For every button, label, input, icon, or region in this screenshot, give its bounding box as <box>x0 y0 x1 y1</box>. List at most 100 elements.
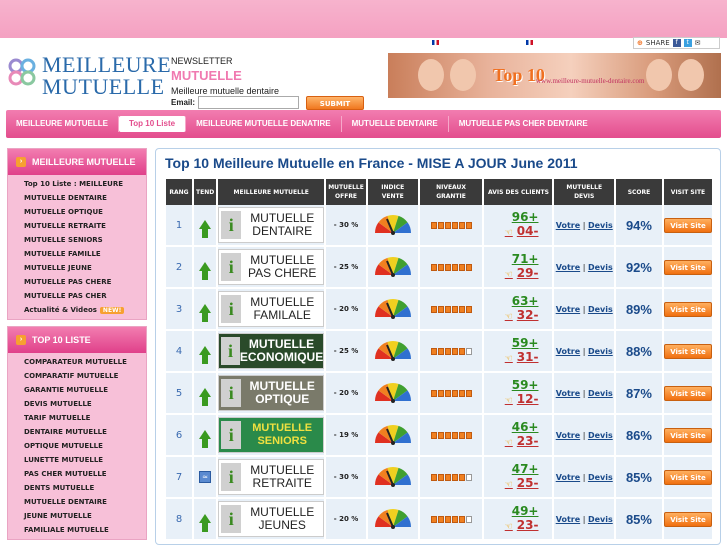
visit-site-button[interactable]: Visit Site <box>663 427 712 443</box>
positive-reviews[interactable]: 47+ <box>484 462 539 476</box>
votre-link[interactable]: Votre <box>556 389 580 398</box>
positive-reviews[interactable]: 71+ <box>484 252 539 266</box>
guarantee-bar <box>437 473 444 481</box>
mutuelle-logo[interactable]: i MUTUELLE SENIORS <box>218 417 325 453</box>
negative-reviews[interactable]: ☜ 32- <box>484 308 539 324</box>
guarantee-bars <box>420 389 483 397</box>
submit-button[interactable]: SUBMIT <box>306 96 364 110</box>
visit-site-button[interactable]: Visit Site <box>663 301 712 317</box>
negative-reviews[interactable]: ☜ 31- <box>484 350 539 366</box>
sidebar-item[interactable]: DENTAIRE MUTUELLE <box>8 425 146 439</box>
positive-reviews[interactable]: 49+ <box>484 504 539 518</box>
negative-reviews[interactable]: ☜ 29- <box>484 266 539 282</box>
sidebar-item[interactable]: MUTUELLE PAS CHERE <box>8 275 146 289</box>
votre-link[interactable]: Votre <box>556 221 580 230</box>
devis-link[interactable]: Devis <box>588 473 613 482</box>
sidebar-item-actualite[interactable]: Actualité & Videos NEW! <box>8 303 146 317</box>
mutuelle-name-line2: ECONOMIQUE <box>239 350 324 364</box>
sidebar-item[interactable]: MUTUELLE OPTIQUE <box>8 205 146 219</box>
nav-top-10[interactable]: Top 10 Liste <box>119 116 187 132</box>
sidebar-item[interactable]: MUTUELLE JEUNE <box>8 261 146 275</box>
visit-site-button[interactable]: Visit Site <box>663 259 712 275</box>
devis-link[interactable]: Devis <box>588 389 613 398</box>
mutuelle-logo-cell: i MUTUELLE SENIORS <box>218 415 325 457</box>
score-cell: 85% <box>615 457 662 499</box>
sidebar-item[interactable]: MUTUELLE RETRAITE <box>8 219 146 233</box>
sidebar-item[interactable]: MUTUELLE DENTAIRE <box>8 495 146 509</box>
votre-link[interactable]: Votre <box>556 263 580 272</box>
mutuelle-logo[interactable]: i MUTUELLE RETRAITE <box>218 459 325 495</box>
devis-link[interactable]: Devis <box>588 221 613 230</box>
positive-reviews[interactable]: 59+ <box>484 378 539 392</box>
sidebar-item[interactable]: COMPARATIF MUTUELLE <box>8 369 146 383</box>
offer-cell: - 25 % <box>326 247 366 289</box>
top-link-dentaire[interactable]: MUTUELLE DENTAIRE <box>525 40 610 47</box>
negative-reviews[interactable]: ☜ 23- <box>484 518 539 534</box>
sidebar-item[interactable]: GARANTIE MUTUELLE <box>8 383 146 397</box>
sidebar-item[interactable]: MUTUELLE DENTAIRE <box>8 191 146 205</box>
positive-reviews[interactable]: 46+ <box>484 420 539 434</box>
sidebar-item[interactable]: JEUNE MUTUELLE <box>8 509 146 523</box>
top-link-meilleure[interactable]: MEILLEURE MUTUELLE <box>432 40 521 47</box>
mutuelle-logo[interactable]: i MUTUELLE PAS CHERE <box>218 249 325 285</box>
sidebar-item[interactable]: COMPARATEUR MUTUELLE <box>8 355 146 369</box>
sidebar-item[interactable]: DENTS MUTUELLE <box>8 481 146 495</box>
guarantee-bar <box>451 473 458 481</box>
guarantee-bar <box>444 431 451 439</box>
nav-mutuelle-dentaire[interactable]: MUTUELLE DENTAIRE <box>342 116 449 132</box>
mutuelle-logo-cell: i MUTUELLE ECONOMIQUE <box>218 331 325 373</box>
mutuelle-logo[interactable]: i MUTUELLE DENTAIRE <box>218 207 325 243</box>
sidebar-item[interactable]: Top 10 Liste : MEILLEURE <box>8 177 146 191</box>
nav-meilleure-mutuelle[interactable]: MEILLEURE MUTUELLE <box>6 116 119 132</box>
negative-reviews-value: 29- <box>516 266 539 280</box>
sales-gauge-icon <box>374 509 411 529</box>
sidebar-item[interactable]: LUNETTE MUTUELLE <box>8 453 146 467</box>
mutuelle-logo[interactable]: i MUTUELLE JEUNES <box>218 501 325 537</box>
votre-link[interactable]: Votre <box>556 347 580 356</box>
sales-gauge-icon <box>374 425 411 445</box>
mutuelle-logo[interactable]: i MUTUELLE OPTIQUE <box>218 375 325 411</box>
sidebar-item[interactable]: TARIF MUTUELLE <box>8 411 146 425</box>
positive-reviews[interactable]: 63+ <box>484 294 539 308</box>
sidebar-item[interactable]: FAMILIALE MUTUELLE <box>8 523 146 537</box>
mutuelle-name-line2: JEUNES <box>258 518 306 532</box>
info-icon: i <box>221 253 242 281</box>
devis-link[interactable]: Devis <box>588 515 613 524</box>
sidebar-item[interactable]: MUTUELLE FAMILLE <box>8 247 146 261</box>
visit-site-button[interactable]: Visit Site <box>663 511 712 527</box>
negative-reviews[interactable]: ☜ 23- <box>484 434 539 450</box>
sidebar-item[interactable]: DEVIS MUTUELLE <box>8 397 146 411</box>
visit-cell: Visit Site <box>663 289 712 331</box>
negative-reviews[interactable]: ☜ 04- <box>484 224 539 240</box>
guarantee-bar <box>458 305 465 313</box>
devis-link[interactable]: Devis <box>588 263 613 272</box>
email-input[interactable] <box>198 96 299 109</box>
devis-link[interactable]: Devis <box>588 347 613 356</box>
positive-reviews[interactable]: 96+ <box>484 210 539 224</box>
sidebar-item[interactable]: OPTIQUE MUTUELLE <box>8 439 146 453</box>
sidebar-item[interactable]: MUTUELLE PAS CHER <box>8 289 146 303</box>
votre-link[interactable]: Votre <box>556 473 580 482</box>
nav-pas-cher-dentaire[interactable]: MUTUELLE PAS CHER DENTAIRE <box>449 116 598 132</box>
visit-site-button[interactable]: Visit Site <box>663 217 712 233</box>
sidebar-box-meilleure: › MEILLEURE MUTUELLE Top 10 Liste : MEILL… <box>7 148 147 320</box>
negative-reviews[interactable]: ☜ 25- <box>484 476 539 492</box>
visit-site-button[interactable]: Visit Site <box>663 343 712 359</box>
mutuelle-logo[interactable]: i MUTUELLE FAMILALE <box>218 291 325 327</box>
sidebar-item[interactable]: MUTUELLE SENIORS <box>8 233 146 247</box>
visit-site-button[interactable]: Visit Site <box>663 385 712 401</box>
gauge-cell <box>367 373 418 415</box>
votre-link[interactable]: Votre <box>556 431 580 440</box>
sidebar-item[interactable]: PAS CHER MUTUELLE <box>8 467 146 481</box>
devis-link[interactable]: Devis <box>588 305 613 314</box>
votre-link[interactable]: Votre <box>556 305 580 314</box>
devis-link[interactable]: Devis <box>588 431 613 440</box>
visit-site-button[interactable]: Visit Site <box>663 469 712 485</box>
votre-link[interactable]: Votre <box>556 515 580 524</box>
site-logo[interactable]: MEILLEURE MUTUELLE <box>6 52 171 102</box>
positive-reviews[interactable]: 59+ <box>484 336 539 350</box>
share-button[interactable]: ⊕ SHARE f t ✉ <box>633 37 720 49</box>
nav-meilleure-dentaire[interactable]: MEILLEURE MUTUELLE DENATIRE <box>186 116 342 132</box>
mutuelle-logo[interactable]: i MUTUELLE ECONOMIQUE <box>218 333 325 369</box>
negative-reviews[interactable]: ☜ 12- <box>484 392 539 408</box>
